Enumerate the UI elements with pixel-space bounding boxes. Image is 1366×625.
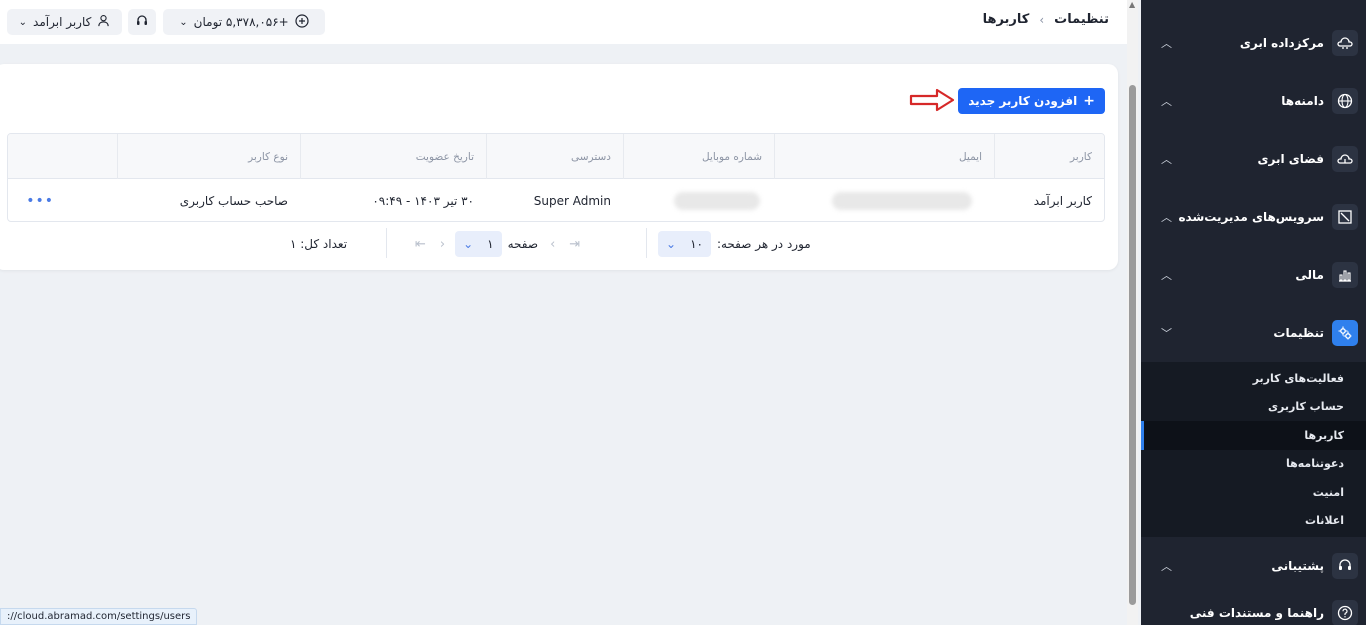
last-page-icon[interactable]: ⇤ [415, 237, 426, 252]
submenu-user-activity[interactable]: فعالیت‌های کاربر [1141, 364, 1366, 393]
cell-user-type: صاحب حساب کاربری [179, 193, 288, 208]
help-icon [1332, 600, 1358, 625]
users-card: + افزودن کاربر جدید کاربر ایمیل شماره مو… [0, 64, 1118, 270]
submenu-notifications[interactable]: اعلانات [1141, 507, 1366, 536]
balance-button[interactable]: +۵,۳۷۸,۰۵۶ تومان ⌄ [163, 9, 325, 35]
submenu-invitations[interactable]: دعوتنامه‌ها [1141, 450, 1366, 479]
settings-icon [1332, 320, 1358, 346]
breadcrumb-current: کاربرها [982, 12, 1030, 27]
row-actions-button[interactable]: ••• [24, 179, 54, 221]
cell-access: Super Admin [533, 193, 611, 208]
per-page-select[interactable]: ۱۰ ⌄ [658, 231, 711, 257]
submenu-users[interactable]: کاربرها [1141, 421, 1366, 450]
per-page-label: مورد در هر صفحه: [716, 237, 811, 251]
page-value: ۱ [487, 237, 494, 251]
column-header-user-type: نوع کاربر [117, 134, 300, 179]
table-header: کاربر ایمیل شماره موبایل دسترسی تاریخ عض… [8, 134, 1104, 179]
breadcrumb-root[interactable]: تنظیمات [1054, 12, 1109, 27]
sidebar-item-label: مرکزداده ابری [1239, 36, 1324, 50]
page-label: صفحه [507, 237, 539, 251]
users-table: کاربر ایمیل شماره موبایل دسترسی تاریخ عض… [7, 133, 1105, 222]
chevron-up-icon: ︿ [1161, 211, 1172, 224]
first-page-icon[interactable]: ⇥ [569, 237, 580, 252]
breadcrumb-separator: › [1039, 12, 1045, 27]
redacted-email [832, 191, 972, 210]
column-header-access: دسترسی [486, 134, 623, 179]
chevron-up-icon: ︿ [1161, 269, 1172, 282]
sidebar-item-label: مالی [1295, 268, 1324, 282]
arrow-right-icon [909, 88, 955, 112]
cloud-space-icon [1332, 146, 1358, 172]
sidebar-item-domains[interactable]: دامنه‌ها ︿ [1141, 72, 1366, 130]
per-page-control: مورد در هر صفحه: ۱۰ ⌄ [658, 230, 811, 258]
balance-text: +۵,۳۷۸,۰۵۶ تومان [193, 15, 289, 29]
chevron-up-icon: ︿ [1161, 95, 1172, 108]
add-circle-icon [295, 13, 309, 31]
user-menu-button[interactable]: کاربر ابرآمد ⌄ [7, 9, 122, 35]
redacted-mobile [674, 191, 760, 210]
settings-submenu: فعالیت‌های کاربر حساب کاربری کاربرها دعو… [1141, 362, 1366, 537]
sidebar: مرکزداده ابری ︿ دامنه‌ها ︿ فضای ابری ︿ س… [1141, 0, 1366, 625]
chevron-down-icon: ⌄ [179, 16, 188, 28]
pager-divider [646, 228, 647, 258]
sidebar-item-cloud-datacenter[interactable]: مرکزداده ابری ︿ [1141, 14, 1366, 72]
status-url: ://cloud.abramad.com/settings/users [0, 608, 198, 625]
managed-services-icon [1332, 204, 1358, 230]
scrollbar-thumb[interactable] [1129, 85, 1136, 605]
column-header-user: کاربر [994, 134, 1104, 179]
vertical-scrollbar[interactable]: ▲ [1127, 0, 1138, 625]
cell-email [774, 179, 994, 221]
sidebar-item-label: پشتیبانی [1271, 559, 1324, 573]
pager-divider [386, 228, 387, 258]
user-icon [97, 14, 110, 30]
cell-mobile [623, 179, 774, 221]
submenu-account[interactable]: حساب کاربری [1141, 393, 1366, 422]
total-count: تعداد کل: ۱ [290, 237, 348, 251]
next-page-icon[interactable]: ‹ [440, 237, 445, 252]
cell-joined: ۳۰ تیر ۱۴۰۳ - ۰۹:۴۹ [372, 193, 474, 208]
submenu-security[interactable]: امنیت [1141, 478, 1366, 507]
scroll-up-icon[interactable]: ▲ [1129, 0, 1135, 9]
sidebar-item-label: سرویس‌های مدیریت‌شده [1178, 210, 1324, 224]
column-header-mobile: شماره موبایل [623, 134, 774, 179]
sidebar-item-settings[interactable]: تنظیمات ﹀ [1141, 304, 1366, 362]
chart-icon [1332, 262, 1358, 288]
chevron-up-icon: ︿ [1161, 153, 1172, 166]
sidebar-item-support[interactable]: پشتیبانی ︿ [1141, 537, 1366, 595]
per-page-value: ۱۰ [690, 237, 703, 251]
support-button[interactable] [128, 9, 156, 35]
headset-icon [135, 14, 149, 31]
chevron-up-icon: ︿ [1161, 37, 1172, 50]
sidebar-item-docs[interactable]: راهنما و مستندات فنی [1141, 595, 1366, 625]
chevron-down-icon: ⌄ [18, 16, 28, 28]
prev-page-icon[interactable]: › [550, 237, 555, 252]
add-user-label: افزودن کاربر جدید [968, 94, 1078, 108]
chevron-down-icon: ﹀ [1161, 327, 1172, 340]
headset-icon [1332, 553, 1358, 579]
sidebar-item-label: تنظیمات [1273, 326, 1324, 340]
chevron-down-icon: ⌄ [666, 237, 677, 251]
chevron-down-icon: ⌄ [463, 237, 474, 251]
column-header-joined: تاریخ عضویت [300, 134, 486, 179]
plus-icon: + [1083, 93, 1095, 109]
column-header-email: ایمیل [774, 134, 994, 179]
table-row: کاربر ابرآمد Super Admin ۳۰ تیر ۱۴۰۳ - ۰… [8, 179, 1104, 221]
cloud-server-icon [1332, 30, 1358, 56]
sidebar-item-finance[interactable]: مالی ︿ [1141, 246, 1366, 304]
sidebar-item-label: راهنما و مستندات فنی [1189, 606, 1324, 620]
sidebar-item-label: فضای ابری [1257, 152, 1324, 166]
breadcrumb: تنظیمات › کاربرها [983, 12, 1109, 27]
top-bar: تنظیمات › کاربرها +۵,۳۷۸,۰۵۶ تومان ⌄ کار… [0, 0, 1127, 44]
globe-icon [1332, 88, 1358, 114]
user-menu-label: کاربر ابرآمد [33, 15, 92, 29]
sidebar-item-label: دامنه‌ها [1281, 94, 1324, 108]
sidebar-item-cloud-space[interactable]: فضای ابری ︿ [1141, 130, 1366, 188]
cell-user: کاربر ابرآمد [1033, 193, 1092, 208]
page-select[interactable]: ۱ ⌄ [455, 231, 502, 257]
page-navigation: ⇥ › صفحه ۱ ⌄ ‹ ⇤ [415, 230, 580, 258]
sidebar-item-managed-services[interactable]: سرویس‌های مدیریت‌شده ︿ [1141, 188, 1366, 246]
chevron-up-icon: ︿ [1161, 560, 1172, 573]
add-user-button[interactable]: + افزودن کاربر جدید [958, 88, 1105, 114]
